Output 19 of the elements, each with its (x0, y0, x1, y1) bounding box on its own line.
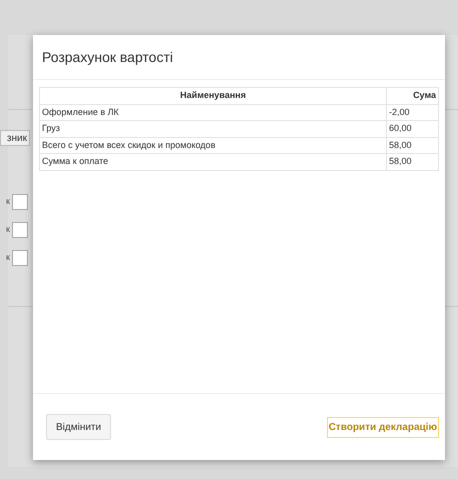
table-cell: Груз (40, 120, 386, 137)
table-cell: 58,00 (386, 137, 438, 154)
background-button[interactable]: зник (0, 130, 30, 146)
input-field[interactable] (12, 222, 28, 238)
cancel-button[interactable]: Відмінити (46, 414, 112, 440)
input-field[interactable] (12, 250, 28, 266)
input-field[interactable] (12, 194, 28, 210)
table-cell: -2,00 (386, 104, 438, 120)
column-header: Найменування (40, 88, 386, 104)
column-header: Сума (386, 88, 438, 104)
table-cell: 60,00 (386, 120, 438, 137)
table-cell: Всего с учетом всех скидок и промокодов (40, 137, 386, 154)
dialog-title: Розрахунок вартості (42, 48, 173, 67)
field-label: к (6, 251, 10, 264)
table-cell: Сумма к оплате (40, 154, 386, 170)
field-label: к (6, 223, 10, 236)
table-cell: 58,00 (386, 154, 438, 170)
table-cell: Оформление в ЛК (40, 104, 386, 120)
field-label: к (6, 195, 10, 208)
